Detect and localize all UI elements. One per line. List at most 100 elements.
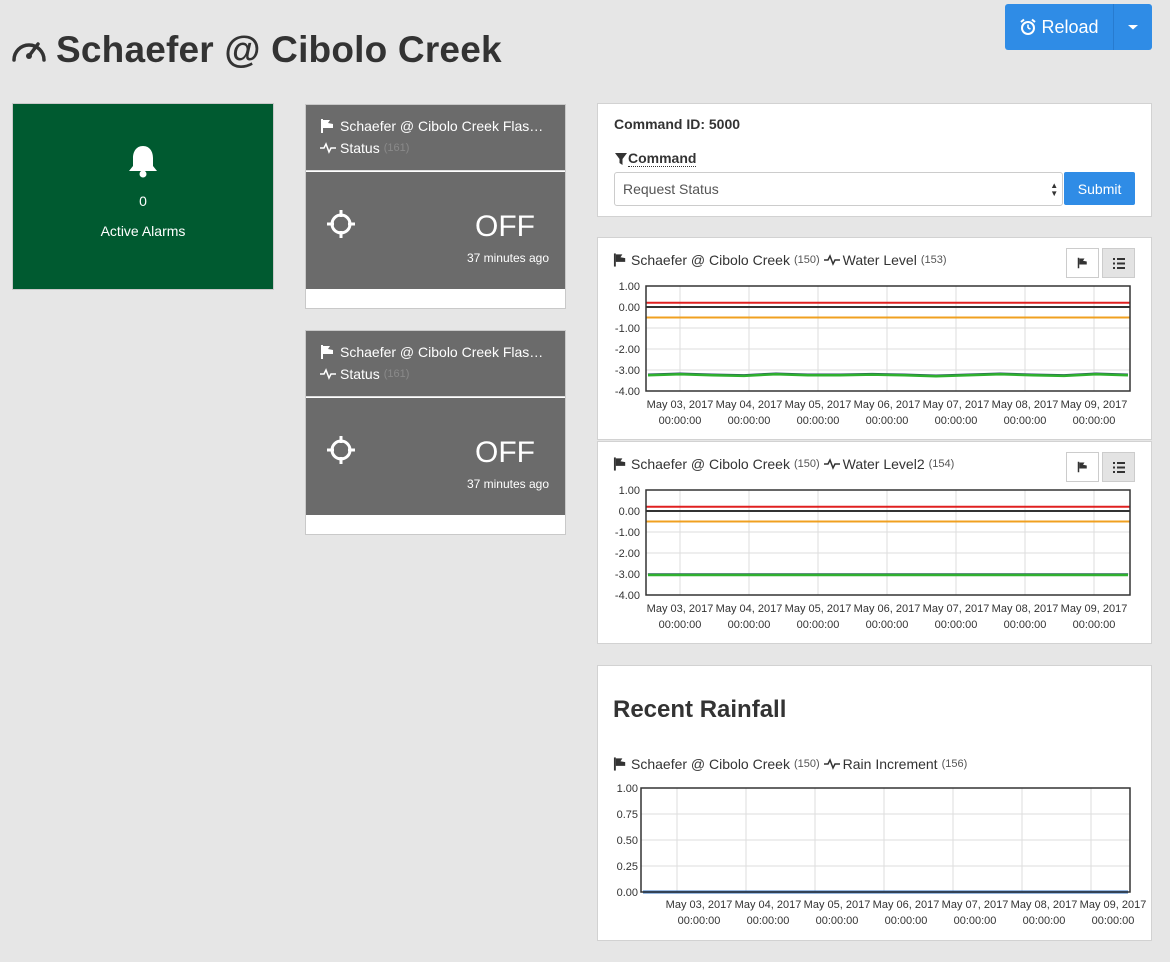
reload-button[interactable]: Reload	[1005, 4, 1114, 50]
caret-down-icon	[1128, 25, 1138, 30]
x-tick-time: 00:00:00	[866, 619, 909, 631]
x-tick-time: 00:00:00	[678, 915, 721, 927]
filter-icon	[615, 152, 627, 165]
command-select[interactable]: Request Status ▲ ▼	[614, 172, 1064, 206]
y-tick-label: 0.00	[617, 887, 638, 899]
y-tick-label: -4.00	[615, 386, 640, 398]
x-tick-time: 00:00:00	[1073, 619, 1116, 631]
flasher-card[interactable]: Schaefer @ Cibolo Creek Flashe… Status (…	[305, 104, 566, 309]
crosshair-icon	[327, 210, 355, 238]
rain-increment-plot: 1.00 0.75 0.50 0.25 0.00 May 03, 2017 00:00:00…	[617, 783, 1147, 927]
y-tick-label: -2.00	[615, 344, 640, 356]
x-tick-label: May 06, 2017	[854, 603, 921, 615]
reload-label: Reload	[1041, 16, 1099, 37]
alarm-count: 0	[139, 193, 147, 209]
x-tick-time: 00:00:00	[797, 415, 840, 427]
x-tick-label: May 08, 2017	[1011, 899, 1078, 911]
command-id: Command ID: 5000	[614, 116, 741, 132]
x-tick-label: May 03, 2017	[647, 399, 714, 411]
x-tick-time: 00:00:00	[1004, 415, 1047, 427]
x-tick-time: 00:00:00	[866, 415, 909, 427]
x-tick-label: May 06, 2017	[854, 399, 921, 411]
flasher-updated: 37 minutes ago	[466, 477, 549, 491]
x-tick-time: 00:00:00	[1073, 415, 1116, 427]
x-tick-time: 00:00:00	[728, 415, 771, 427]
command-label: Command	[614, 150, 1135, 167]
crosshair-icon	[327, 436, 355, 464]
flag-icon	[321, 119, 333, 133]
x-tick-time: 00:00:00	[747, 915, 790, 927]
y-tick-label: -1.00	[615, 323, 640, 335]
x-tick-label: May 07, 2017	[942, 899, 1009, 911]
submit-button[interactable]: Submit	[1064, 172, 1135, 205]
flasher-status-id: (161)	[383, 142, 410, 154]
flasher-updated: 37 minutes ago	[466, 251, 549, 265]
x-tick-label: May 03, 2017	[647, 603, 714, 615]
reload-dropdown-toggle[interactable]	[1114, 4, 1152, 50]
x-tick-label: May 05, 2017	[785, 603, 852, 615]
x-tick-label: May 06, 2017	[873, 899, 940, 911]
reload-button-group: Reload	[1005, 4, 1152, 50]
flasher-name: Schaefer @ Cibolo Creek Flashe…	[340, 344, 551, 360]
flasher-status-id: (161)	[383, 368, 410, 380]
x-tick-label: May 07, 2017	[923, 399, 990, 411]
x-tick-label: May 04, 2017	[716, 603, 783, 615]
alarm-clock-icon	[1020, 18, 1037, 35]
pulse-icon	[320, 368, 336, 380]
x-tick-time: 00:00:00	[797, 619, 840, 631]
x-tick-time: 00:00:00	[1023, 915, 1066, 927]
series-line	[647, 372, 1129, 378]
pulse-icon	[320, 142, 336, 154]
x-tick-label: May 09, 2017	[1061, 399, 1128, 411]
y-tick-label: -4.00	[615, 590, 640, 602]
x-tick-label: May 08, 2017	[992, 399, 1059, 411]
flasher-status-label: Status	[340, 366, 380, 382]
command-selected: Request Status	[623, 181, 719, 197]
x-tick-label: May 03, 2017	[666, 899, 733, 911]
x-tick-time: 00:00:00	[728, 619, 771, 631]
x-tick-label: May 04, 2017	[735, 899, 802, 911]
command-card: Command ID: 5000 Command Request Status …	[597, 103, 1152, 217]
flasher-status-label: Status	[340, 140, 380, 156]
x-tick-time: 00:00:00	[954, 915, 997, 927]
x-tick-time: 00:00:00	[935, 415, 978, 427]
y-tick-label: -2.00	[615, 548, 640, 560]
y-tick-label: -3.00	[615, 569, 640, 581]
y-tick-label: -1.00	[615, 527, 640, 539]
y-tick-label: 0.25	[617, 861, 638, 873]
x-tick-label: May 08, 2017	[992, 603, 1059, 615]
x-tick-label: May 04, 2017	[716, 399, 783, 411]
water-level-plot: 1.00 0.00 -1.00 -2.00 -3.00 -4.00 May 03, 2017…	[615, 281, 1131, 427]
flasher-card[interactable]: Schaefer @ Cibolo Creek Flashe… Status (…	[305, 330, 566, 535]
x-tick-time: 00:00:00	[659, 619, 702, 631]
flasher-name: Schaefer @ Cibolo Creek Flashe…	[340, 118, 551, 134]
x-tick-time: 00:00:00	[1004, 619, 1047, 631]
y-tick-label: 1.00	[617, 783, 638, 795]
x-tick-label: May 09, 2017	[1061, 603, 1128, 615]
plot-frame	[645, 489, 1131, 596]
x-tick-time: 00:00:00	[816, 915, 859, 927]
y-tick-label: 0.50	[617, 835, 638, 847]
x-tick-time: 00:00:00	[885, 915, 928, 927]
water-level2-plot: 1.00 0.00 -1.00 -2.00 -3.00 -4.00 May 03, 2017…	[615, 485, 1131, 631]
x-tick-time: 00:00:00	[659, 415, 702, 427]
y-tick-label: 0.00	[619, 506, 640, 518]
x-tick-label: May 07, 2017	[923, 603, 990, 615]
x-tick-time: 00:00:00	[1092, 915, 1135, 927]
x-tick-label: May 09, 2017	[1080, 899, 1147, 911]
y-tick-label: 1.00	[619, 281, 640, 293]
bell-icon	[129, 146, 157, 178]
flag-icon	[321, 345, 333, 359]
y-tick-label: 1.00	[619, 485, 640, 497]
page-title: Schaefer @ Cibolo Creek	[56, 29, 502, 70]
recent-rainfall-card: Recent Rainfall Schaefer @ Cibolo Creek …	[597, 665, 1152, 941]
active-alarms-card[interactable]: 0 Active Alarms	[12, 103, 274, 290]
alarm-label: Active Alarms	[100, 223, 186, 239]
flasher-value: OFF	[475, 210, 535, 243]
water-level2-chart-card: Schaefer @ Cibolo Creek (150) Water Leve…	[597, 441, 1152, 644]
flasher-value: OFF	[475, 436, 535, 469]
page-header: Schaefer @ Cibolo Creek	[10, 28, 502, 72]
y-tick-label: 0.75	[617, 809, 638, 821]
y-tick-label: -3.00	[615, 365, 640, 377]
x-tick-label: May 05, 2017	[804, 899, 871, 911]
